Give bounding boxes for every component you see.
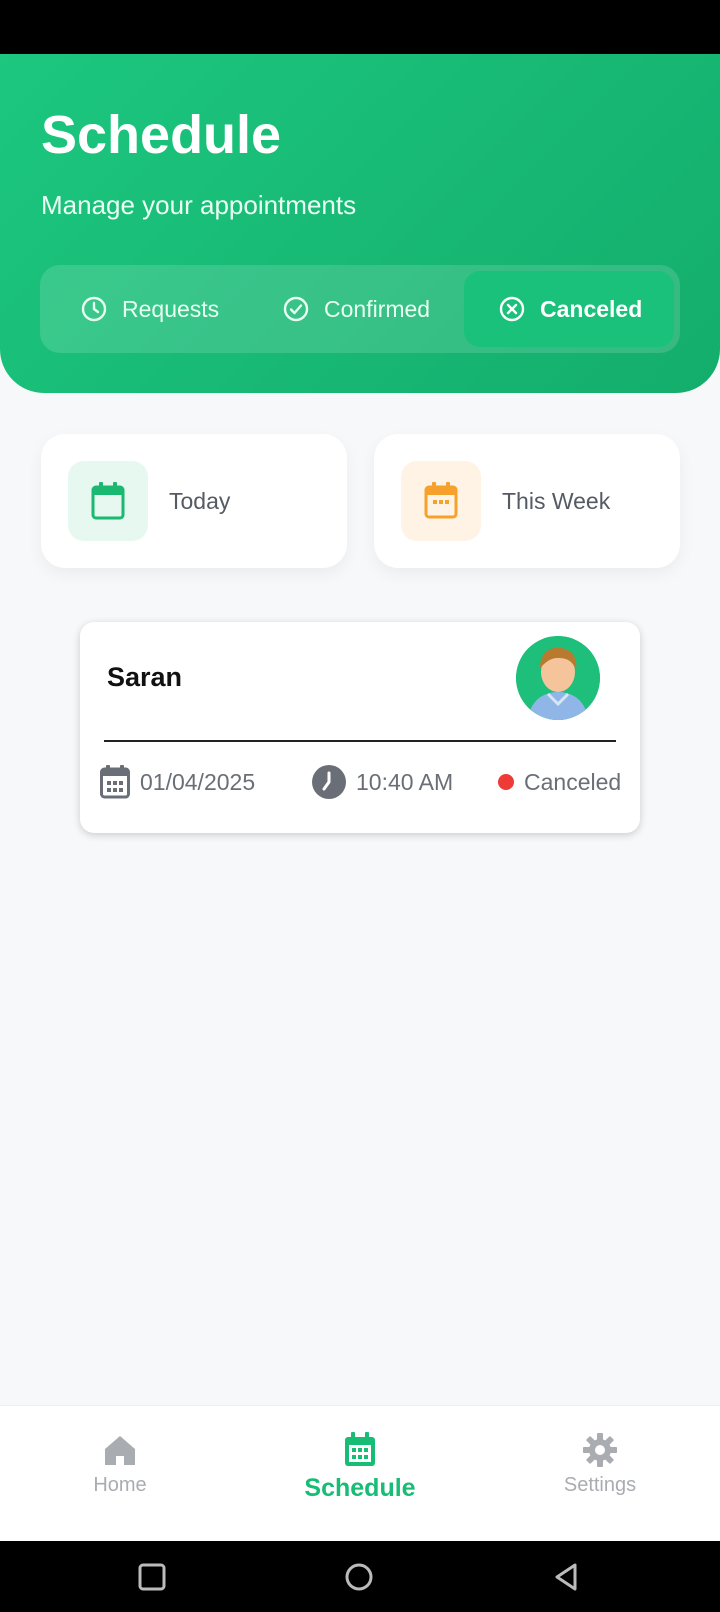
status-dot	[498, 774, 514, 790]
status-tabs: Requests Confirmed Canceled	[40, 265, 680, 353]
nav-home[interactable]: Home	[40, 1432, 200, 1497]
today-label: Today	[169, 488, 231, 514]
tab-requests-label: Requests	[122, 295, 220, 322]
x-circle-icon	[499, 296, 525, 322]
page-subtitle: Manage your appointments	[41, 190, 357, 220]
home-circle-icon[interactable]	[343, 1561, 375, 1593]
status-text: Canceled	[524, 768, 622, 795]
tab-confirmed-label: Confirmed	[324, 295, 431, 322]
bottom-navigation: Home Schedule Settings	[0, 1405, 720, 1541]
status-bar	[0, 0, 720, 54]
tab-canceled-label: Canceled	[540, 295, 643, 322]
patient-name: Saran	[107, 662, 183, 692]
calendar-icon	[100, 765, 130, 799]
recents-icon[interactable]	[136, 1561, 168, 1593]
avatar	[516, 636, 600, 720]
clock-icon	[312, 765, 346, 799]
page-title: Schedule	[41, 105, 282, 165]
this-week-card[interactable]: This Week	[374, 434, 680, 568]
appointment-date-text: 01/04/2025	[140, 768, 256, 795]
nav-settings-label: Settings	[563, 1474, 637, 1496]
appointment-card[interactable]: Saran 01/04/2025 10:40 AM Canceled	[80, 622, 640, 833]
nav-home-label: Home	[93, 1474, 147, 1496]
appointment-time: 10:40 AM	[312, 762, 453, 802]
nav-schedule[interactable]: Schedule	[280, 1432, 440, 1503]
appointment-date: 01/04/2025	[100, 762, 255, 802]
gear-icon	[583, 1433, 617, 1467]
tab-requests[interactable]: Requests	[80, 271, 219, 347]
this-week-label: This Week	[502, 488, 611, 514]
tab-confirmed[interactable]: Confirmed	[282, 271, 430, 347]
status-badge: Canceled	[498, 762, 621, 802]
tab-canceled[interactable]: Canceled	[464, 271, 674, 347]
home-icon	[105, 1436, 135, 1465]
clock-icon	[81, 296, 107, 322]
system-navigation-bar	[0, 1541, 720, 1612]
calendar-icon	[68, 461, 148, 541]
check-circle-icon	[283, 296, 309, 322]
calendar-icon	[345, 1432, 375, 1466]
divider	[104, 740, 616, 742]
nav-schedule-label: Schedule	[304, 1474, 416, 1502]
today-card[interactable]: Today	[41, 434, 347, 568]
header: Schedule Manage your appointments Reques…	[0, 54, 720, 393]
calendar-grid-icon	[401, 461, 481, 541]
appointment-time-text: 10:40 AM	[356, 768, 454, 795]
nav-settings[interactable]: Settings	[520, 1432, 680, 1497]
back-icon[interactable]	[551, 1561, 583, 1593]
